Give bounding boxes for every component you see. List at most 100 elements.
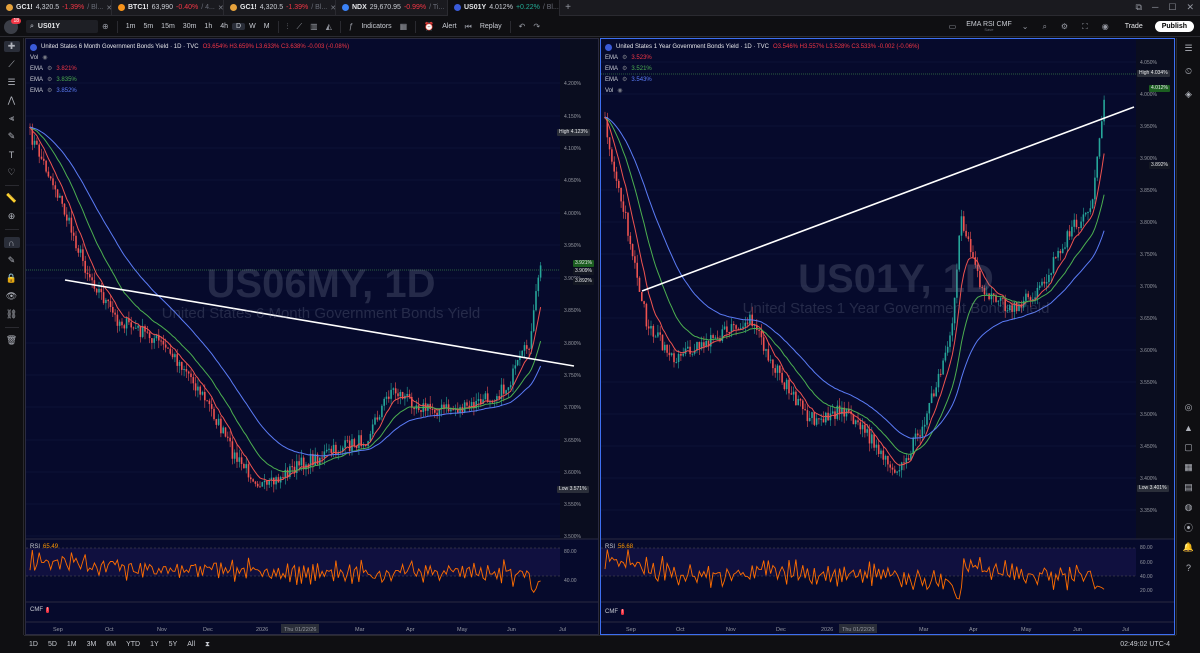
trash-icon[interactable]: 🗑	[4, 335, 20, 346]
search-icon[interactable]: ⌕	[1038, 22, 1050, 32]
chart-pane-left[interactable]: 4.200% 4.150% 4.100% 4.050% 4.000% 3.950% 3.90…	[25, 38, 599, 635]
brush-icon[interactable]: ✎	[4, 131, 20, 142]
range-ytd[interactable]: YTD	[121, 641, 145, 648]
trend-line-icon[interactable]: ⟋	[4, 59, 20, 70]
target-icon[interactable]: ◎	[1182, 401, 1196, 414]
layout-name[interactable]: EMA RSI CMF Save	[966, 21, 1012, 32]
chart-canvas-left[interactable]: 4.200% 4.150% 4.100% 4.050% 4.000% 3.950% 3.90…	[26, 39, 599, 635]
settings-icon[interactable]: ⚙	[622, 53, 627, 64]
interval-m[interactable]: M	[260, 23, 274, 30]
crosshair-icon[interactable]: ✚	[3, 41, 20, 52]
settings-icon[interactable]: ⚙	[47, 86, 52, 97]
legend-vol-row[interactable]: Vol ◉	[30, 53, 349, 64]
date-range-icon[interactable]: ⧗	[200, 641, 215, 649]
rsi-legend[interactable]: RSI 56.68	[605, 544, 633, 550]
legend-title-row[interactable]: United States 6 Month Government Bonds Y…	[30, 42, 349, 53]
alerts-clock-icon[interactable]: ⏲	[1182, 65, 1196, 78]
chevron-down-icon[interactable]: ⌄	[1018, 22, 1033, 31]
interval-w[interactable]: W	[245, 23, 260, 30]
watchlist-icon[interactable]: ☰	[1182, 42, 1196, 55]
eye-icon[interactable]: 👁	[4, 291, 20, 302]
maximize-icon[interactable]: ☐	[1168, 2, 1176, 13]
undo-icon[interactable]: ↶	[515, 22, 530, 31]
settings-icon[interactable]: ⚙	[622, 75, 627, 86]
legend-ema-row[interactable]: EMA ⚙ 3.821%	[30, 64, 349, 75]
interval-15m[interactable]: 15m	[157, 23, 179, 30]
zoom-in-icon[interactable]: ⊕	[4, 211, 20, 222]
publish-button[interactable]: Publish	[1154, 21, 1194, 32]
tabs-menu-icon[interactable]: ⧉	[1136, 2, 1142, 13]
settings-icon[interactable]: ⚙	[47, 64, 52, 75]
new-tab-icon[interactable]: +	[560, 2, 576, 13]
cmf-legend[interactable]: CMF!	[605, 609, 625, 615]
tab-2[interactable]: GC1! 4,320.5 -1.39% / Bl... ✕	[224, 0, 336, 16]
interval-30m[interactable]: 30m	[179, 23, 201, 30]
profile-avatar[interactable]: 18	[0, 17, 22, 37]
symbol-search[interactable]: ⌕ US01Y	[26, 20, 98, 33]
layout-grid-icon[interactable]: ▭	[945, 22, 961, 31]
range-1d[interactable]: 1D	[24, 641, 43, 648]
tab-0[interactable]: GC1! 4,320.5 -1.39% / Bl... ✕	[0, 0, 112, 16]
legend-ema-row[interactable]: EMA ⚙ 3.543%	[605, 75, 919, 86]
chat-icon[interactable]: ▢	[1182, 441, 1196, 454]
rsi-legend[interactable]: RSI 65.49	[30, 544, 58, 550]
candles-icon[interactable]: ▥	[306, 22, 322, 31]
fullscreen-icon[interactable]: ⛶	[1078, 22, 1092, 32]
forecast-icon[interactable]: ⫷	[4, 113, 20, 124]
heart-icon[interactable]: ♡	[4, 167, 20, 178]
line-chart-icon[interactable]: ⟋	[293, 22, 307, 32]
templates-icon[interactable]: ▦	[396, 22, 412, 31]
lock-drawing-icon[interactable]: ✎	[4, 255, 20, 266]
magnet-icon[interactable]: ∩	[3, 237, 20, 248]
legend-vol-row[interactable]: Vol ◉	[605, 86, 919, 97]
alert-icon[interactable]: ⏰	[420, 22, 438, 31]
add-symbol-icon[interactable]: ⊕	[98, 22, 113, 31]
news-icon[interactable]: ▤	[1182, 481, 1196, 494]
range-5d[interactable]: 5D	[43, 641, 62, 648]
legend-ema-row[interactable]: EMA ⚙ 3.852%	[30, 86, 349, 97]
tab-1[interactable]: BTC1! 63,990 -0.40%/ 4... ✕	[112, 0, 224, 16]
indicators-button[interactable]: Indicators	[357, 23, 395, 30]
redo-icon[interactable]: ↷	[529, 22, 544, 31]
chart-pane-right[interactable]: 4.050% 4.000% 3.950% 3.900% 3.850% 3.800% 3.75…	[600, 38, 1175, 635]
notification-bell-icon[interactable]: 🔔	[1182, 541, 1196, 554]
interval-5m[interactable]: 5m	[139, 23, 157, 30]
range-5y[interactable]: 5Y	[164, 641, 183, 648]
globe-icon[interactable]: ◍	[1182, 501, 1196, 514]
chart-canvas-right[interactable]: 4.050%4.000%3.950%3.900%3.850%3.800%3.75…	[601, 39, 1175, 635]
range-6m[interactable]: 6M	[101, 641, 121, 648]
cmf-legend[interactable]: CMF!	[30, 607, 50, 613]
eye-icon[interactable]: ◉	[42, 53, 47, 64]
range-1m[interactable]: 1M	[62, 641, 82, 648]
legend-title-row[interactable]: United States 1 Year Government Bonds Yi…	[605, 42, 919, 53]
camera-icon[interactable]: ◉	[1098, 22, 1113, 31]
close-icon[interactable]: ✕	[218, 4, 223, 12]
area-chart-icon[interactable]: ◭	[322, 22, 336, 31]
replay-button[interactable]: Replay	[476, 23, 506, 30]
indicators-icon[interactable]: ƒ	[345, 22, 357, 31]
range-3m[interactable]: 3M	[82, 641, 102, 648]
interval-1m[interactable]: 1m	[122, 23, 140, 30]
alert-button[interactable]: Alert	[438, 23, 460, 30]
legend-ema-row[interactable]: EMA ⚙ 3.521%	[605, 64, 919, 75]
minimize-icon[interactable]: ─	[1152, 2, 1158, 13]
ruler-icon[interactable]: 📏	[4, 193, 20, 204]
pattern-icon[interactable]: ⋀	[4, 95, 20, 106]
legend-ema-row[interactable]: EMA ⚙ 3.523%	[605, 53, 919, 64]
range-all[interactable]: All	[182, 641, 200, 648]
ideas-icon[interactable]: ▲	[1182, 421, 1196, 434]
settings-icon[interactable]: ⚙	[47, 75, 52, 86]
interval-d[interactable]: D	[232, 23, 246, 30]
broadcast-icon[interactable]: ⦿	[1182, 521, 1196, 534]
link-icon[interactable]: ⛓	[4, 309, 20, 320]
interval-4h[interactable]: 4h	[216, 23, 232, 30]
replay-icon[interactable]: ⏮	[461, 22, 476, 32]
lock-icon[interactable]: 🔒	[4, 273, 20, 284]
settings-icon[interactable]: ⚙	[622, 64, 627, 75]
fib-icon[interactable]: ☰	[4, 77, 20, 88]
close-window-icon[interactable]: ✕	[1186, 2, 1194, 13]
calendar-icon[interactable]: ▦	[1182, 461, 1196, 474]
bar-style-icon[interactable]: ⫶	[283, 22, 293, 32]
trade-button[interactable]: Trade	[1119, 21, 1149, 32]
tab-3[interactable]: NDX29,670.95-0.99%/ Ti...✕	[336, 0, 448, 16]
